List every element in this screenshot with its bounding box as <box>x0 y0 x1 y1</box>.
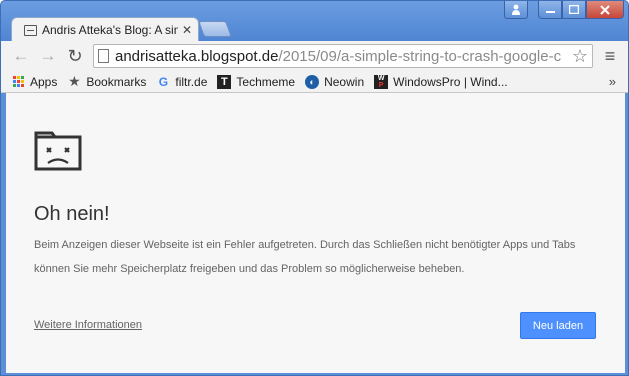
bookmarks-overflow-icon[interactable]: » <box>609 74 616 89</box>
error-message: Beim Anzeigen dieser Webseite ist ein Fe… <box>34 239 576 275</box>
address-bar[interactable]: andrisatteka.blogspot.de/2015/09/a-simpl… <box>93 44 593 68</box>
bookmark-techmeme[interactable]: T Techmeme <box>217 74 296 89</box>
close-window-button[interactable] <box>586 1 624 19</box>
minimize-button[interactable] <box>538 1 562 19</box>
bookmark-neowin[interactable]: ◐ Neowin <box>305 74 365 89</box>
error-title: Oh nein! <box>34 203 110 225</box>
toolbar: ← → ↻ andrisatteka.blogspot.de/2015/09/a… <box>1 41 628 71</box>
page-icon <box>98 49 109 63</box>
bookmark-label: Apps <box>30 74 58 89</box>
bookmark-label: Techmeme <box>236 74 296 89</box>
url-path: /2015/09/a-simple-string-to-crash-google… <box>278 47 562 65</box>
chrome-menu-icon[interactable]: ≡ <box>602 46 618 66</box>
forward-button[interactable]: → <box>38 46 58 66</box>
tab-title: Andris Atteka's Blog: A sin <box>42 23 178 37</box>
google-g-icon: G <box>158 74 169 89</box>
url-text[interactable]: andrisatteka.blogspot.de/2015/09/a-simpl… <box>115 48 588 65</box>
tab-active[interactable]: Andris Atteka's Blog: A sin ✕ <box>11 17 199 42</box>
window-controls <box>504 1 624 19</box>
bookmark-label: Neowin <box>324 74 365 89</box>
title-bar: Andris Atteka's Blog: A sin ✕ <box>1 1 628 42</box>
apps-grid-icon <box>11 75 25 89</box>
bookmark-label: filtr.de <box>175 74 208 89</box>
page-favicon-icon <box>24 24 37 36</box>
error-page: Oh nein! Beim Anzeigen dieser Webseite i… <box>6 93 625 373</box>
reload-button[interactable]: Neu laden <box>520 312 596 339</box>
winpro-icon: WP <box>374 74 389 89</box>
new-tab-button[interactable] <box>198 21 232 37</box>
bookmark-windowspro[interactable]: WP WindowsPro | Wind... <box>374 74 508 89</box>
sad-tab-icon <box>34 131 82 176</box>
bookmarks-bar: Apps ★ Bookmarks G filtr.de T Techmeme ◐… <box>1 71 628 93</box>
more-info-link[interactable]: Weitere Informationen <box>34 319 142 331</box>
user-profile-icon[interactable] <box>504 1 528 19</box>
bookmark-label: WindowsPro | Wind... <box>393 74 508 89</box>
star-icon: ★ <box>68 73 81 89</box>
browser-window: Andris Atteka's Blog: A sin ✕ ← → ↻ andr… <box>0 0 629 376</box>
bookmark-filtr[interactable]: G filtr.de <box>156 74 208 89</box>
techmeme-icon: T <box>217 74 232 89</box>
bookmark-apps[interactable]: Apps <box>11 75 57 89</box>
reload-icon[interactable]: ↻ <box>65 46 85 66</box>
url-host: andrisatteka.blogspot.de <box>115 47 279 65</box>
tab-close-icon[interactable]: ✕ <box>182 23 192 37</box>
neowin-icon: ◐ <box>305 74 320 89</box>
back-button[interactable]: ← <box>11 46 31 66</box>
bookmark-label: Bookmarks <box>86 74 147 89</box>
bookmark-bookmarks[interactable]: ★ Bookmarks <box>67 73 147 89</box>
bookmark-star-icon[interactable]: ☆ <box>572 46 588 67</box>
maximize-button[interactable] <box>562 1 586 19</box>
